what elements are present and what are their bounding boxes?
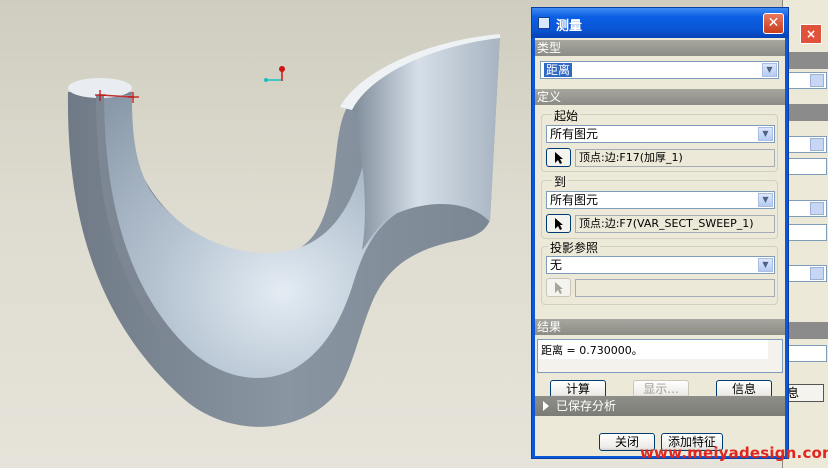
background-info-button[interactable]: 息 <box>784 384 824 402</box>
result-vertical-scrollbar[interactable] <box>768 340 782 372</box>
to-filter-value: 所有图元 <box>550 193 599 207</box>
projection-reference-field <box>575 279 775 297</box>
csys-marker <box>264 66 285 82</box>
result-section-header: 结果 <box>535 319 785 335</box>
cursor-arrow-icon <box>555 282 563 294</box>
watermark: www.meiyadesign.com <box>640 444 828 462</box>
result-box[interactable]: 距离 = 0.730000。 <box>537 339 783 373</box>
type-value: 距离 <box>544 63 573 77</box>
from-pick-button[interactable] <box>546 148 571 167</box>
projection-pick-button[interactable] <box>546 278 571 297</box>
from-group: 起始 所有图元 ▼ 顶点:边:F17(加厚_1) <box>541 107 778 172</box>
projection-select[interactable]: 无 ▼ <box>546 256 775 274</box>
from-filter-select[interactable]: 所有图元 ▼ <box>546 125 775 143</box>
to-pick-button[interactable] <box>546 214 571 233</box>
result-horizontal-scrollbar[interactable] <box>538 359 768 372</box>
saved-analysis-expander[interactable]: 已保存分析 <box>535 396 785 416</box>
background-close-icon[interactable]: × <box>800 24 822 44</box>
dialog-body: 类型 距离 ▼ 定义 起始 所有图元 ▼ 顶点:边:F17(加厚_1) 到 所有… <box>535 38 785 456</box>
projection-group-label: 投影参照 <box>548 239 601 256</box>
chevron-down-icon[interactable]: ▼ <box>758 193 773 207</box>
projection-group: 投影参照 无 ▼ <box>541 239 778 305</box>
to-reference-field[interactable]: 顶点:边:F7(VAR_SECT_SWEEP_1) <box>575 215 775 233</box>
dialog-title: 测量 <box>556 19 583 34</box>
definition-section-header: 定义 <box>535 89 785 105</box>
cursor-arrow-icon <box>555 218 563 230</box>
chevron-down-icon[interactable]: ▼ <box>762 63 777 77</box>
cursor-arrow-icon <box>555 152 563 164</box>
to-filter-select[interactable]: 所有图元 ▼ <box>546 191 775 209</box>
chevron-down-icon[interactable]: ▼ <box>758 127 773 141</box>
from-reference-field[interactable]: 顶点:边:F17(加厚_1) <box>575 149 775 167</box>
from-filter-value: 所有图元 <box>550 127 599 141</box>
measure-dialog: 测量 ✕ 类型 距离 ▼ 定义 起始 所有图元 ▼ 顶点:边:F17(加厚_1)… <box>531 7 789 459</box>
projection-value: 无 <box>550 258 563 272</box>
from-group-label: 起始 <box>552 107 581 124</box>
chevron-down-icon[interactable]: ▼ <box>758 258 773 272</box>
close-icon[interactable]: ✕ <box>763 13 784 34</box>
saved-analysis-label: 已保存分析 <box>556 399 617 413</box>
type-select[interactable]: 距离 ▼ <box>540 61 779 79</box>
to-group: 到 所有图元 ▼ 顶点:边:F7(VAR_SECT_SWEEP_1) <box>541 173 778 239</box>
type-section-header: 类型 <box>535 40 785 56</box>
result-text: 距离 = 0.730000。 <box>541 344 643 357</box>
expand-triangle-icon <box>543 401 549 411</box>
dialog-titlebar[interactable]: 测量 ✕ <box>532 8 788 38</box>
to-group-label: 到 <box>552 173 569 190</box>
window-icon <box>538 17 550 29</box>
